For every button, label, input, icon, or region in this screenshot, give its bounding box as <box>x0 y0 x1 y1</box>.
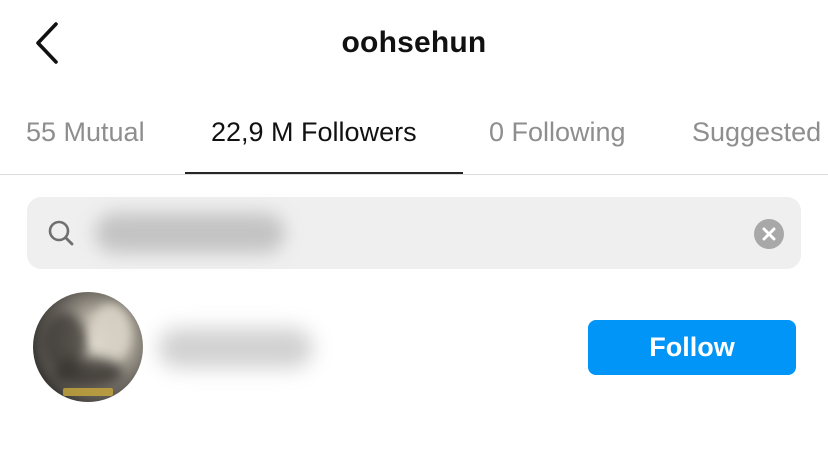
tab-following[interactable]: 0 Following <box>489 92 626 174</box>
avatar-shape <box>53 358 123 388</box>
avatar[interactable] <box>33 292 143 402</box>
active-tab-indicator <box>185 172 463 174</box>
list-item[interactable]: Follow <box>0 286 828 406</box>
page-title: oohsehun <box>341 26 487 59</box>
avatar-watermark <box>63 388 113 396</box>
username-redacted <box>158 328 313 368</box>
avatar-shape <box>91 304 131 360</box>
follow-button[interactable]: Follow <box>588 320 796 375</box>
clear-search-button[interactable] <box>754 219 784 249</box>
tab-mutual[interactable]: 55 Mutual <box>26 92 145 174</box>
top-bar: oohsehun <box>0 0 828 92</box>
search-icon <box>48 220 74 246</box>
tab-followers[interactable]: 22,9 M Followers <box>211 92 417 174</box>
tab-bar: 55 Mutual 22,9 M Followers 0 Following S… <box>0 92 828 175</box>
clear-icon <box>762 227 776 241</box>
tab-suggested[interactable]: Suggested <box>692 92 821 174</box>
search-input[interactable] <box>27 197 801 269</box>
search-query-redacted <box>95 213 285 253</box>
